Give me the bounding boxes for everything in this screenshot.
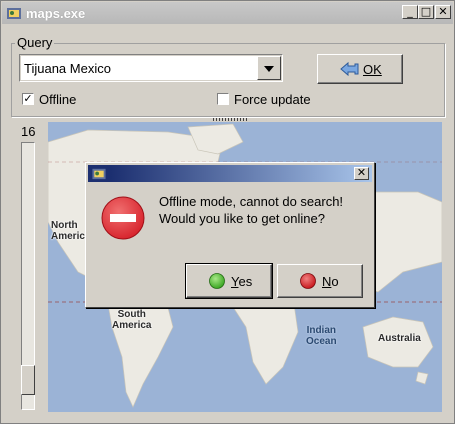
location-combobox[interactable]: [19, 54, 283, 82]
yes-button-label: Yes: [231, 274, 253, 289]
dropdown-arrow-icon[interactable]: [257, 56, 281, 80]
force-update-checkbox[interactable]: [217, 93, 229, 105]
offline-dialog: ✕ Offline mode, cannot do search! Would …: [85, 162, 375, 308]
main-window: maps.exe _ □ ✕ Query OK ✓ Offline Force …: [0, 0, 455, 424]
zoom-slider-thumb[interactable]: [21, 365, 35, 395]
offline-checkbox[interactable]: ✓: [22, 93, 34, 105]
dialog-message-line2: Would you like to get online?: [159, 211, 325, 226]
yes-button[interactable]: Yes: [185, 263, 273, 299]
splitter-grip[interactable]: [213, 118, 247, 121]
dialog-message-line1: Offline mode, cannot do search!: [159, 194, 344, 209]
query-group-label: Query: [15, 35, 55, 50]
offline-label[interactable]: Offline: [39, 92, 76, 107]
ok-button[interactable]: OK: [317, 54, 403, 84]
stop-sign-icon: [101, 196, 145, 240]
back-arrow-icon: [340, 61, 359, 77]
ok-button-label: OK: [363, 62, 382, 77]
maximize-button[interactable]: □: [418, 5, 434, 19]
minimize-button[interactable]: _: [402, 5, 418, 19]
map-label-australia: Australia: [378, 333, 421, 344]
map-label-indian-ocean: Indian Ocean: [306, 325, 337, 347]
dialog-close-button[interactable]: ✕: [354, 167, 369, 180]
no-button-label: No: [322, 274, 339, 289]
force-update-label[interactable]: Force update: [234, 92, 311, 107]
dialog-title-bar[interactable]: ✕: [88, 165, 372, 182]
zoom-level-label: 16: [21, 124, 36, 139]
title-bar[interactable]: maps.exe _ □ ✕: [2, 2, 453, 24]
dialog-app-icon: [92, 168, 106, 180]
red-circle-icon: [300, 273, 316, 289]
map-label-south-america: South America: [112, 309, 152, 331]
close-button[interactable]: ✕: [435, 5, 451, 19]
green-circle-icon: [209, 273, 225, 289]
location-input[interactable]: [21, 56, 257, 80]
no-button[interactable]: No: [277, 264, 363, 298]
window-title: maps.exe: [26, 6, 86, 21]
app-icon: [7, 8, 21, 19]
